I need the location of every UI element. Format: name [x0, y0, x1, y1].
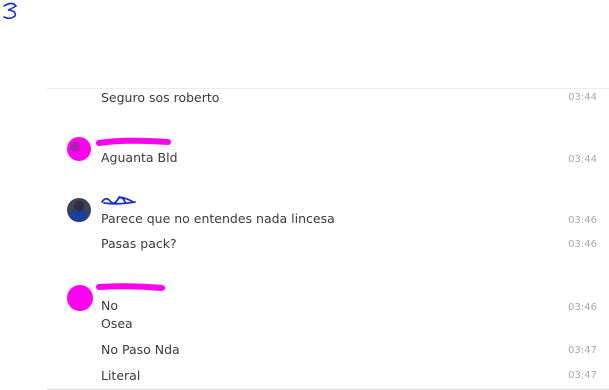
- user-avatar[interactable]: [66, 197, 92, 223]
- message-text: Parece que no entendes nada lincesa: [101, 211, 335, 226]
- redacted-username: [101, 196, 136, 205]
- redacted-avatar[interactable]: [66, 136, 92, 162]
- message-text: Pasas pack?: [101, 236, 177, 251]
- message-text: No Paso Nda: [101, 342, 180, 357]
- message-timestamp: 03:47: [568, 345, 597, 356]
- redacted-avatar[interactable]: [66, 284, 94, 312]
- message-text: Literal: [101, 368, 141, 383]
- message-timestamp: 03:46: [568, 239, 597, 250]
- message-timestamp: 03:46: [568, 302, 597, 313]
- message-timestamp: 03:44: [568, 92, 597, 103]
- scribble-mark: [3, 2, 18, 20]
- message-text: No: [101, 298, 118, 313]
- message-timestamp: 03:47: [568, 370, 597, 381]
- redacted-username: [96, 137, 171, 146]
- message-text: Seguro sos roberto: [101, 90, 220, 105]
- message-text: Aguanta Bld: [101, 150, 178, 165]
- redacted-username: [96, 283, 165, 291]
- message-timestamp: 03:46: [568, 215, 597, 226]
- message-text: Osea: [101, 316, 133, 331]
- message-timestamp: 03:44: [568, 154, 597, 165]
